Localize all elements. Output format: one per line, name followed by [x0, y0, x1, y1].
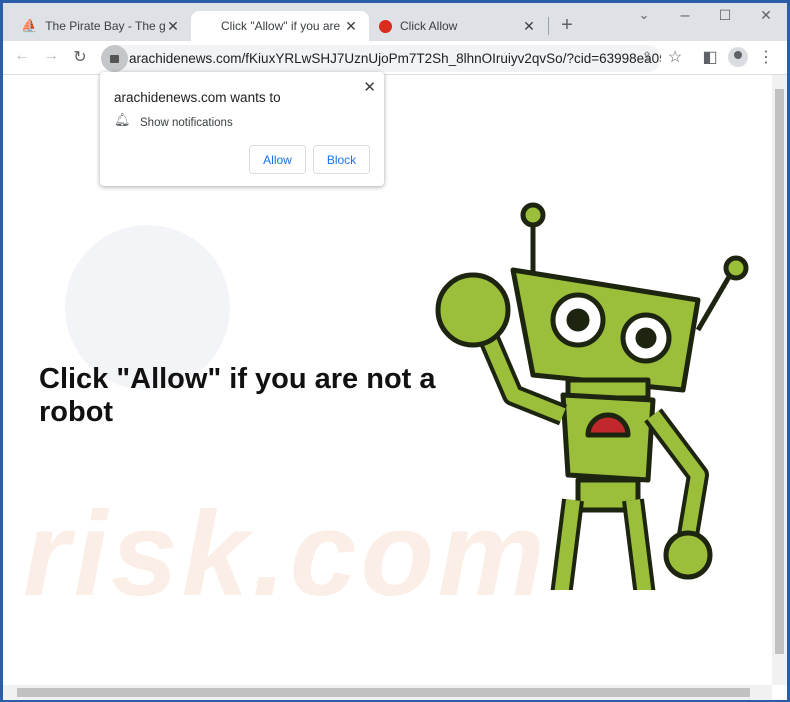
share-icon[interactable]: ⇪	[636, 49, 658, 65]
red-circle-icon	[379, 19, 392, 33]
browser-window: ⛵ The Pirate Bay - The galax ✕ Click "Al…	[3, 3, 787, 700]
close-tab-icon[interactable]: ✕	[165, 18, 181, 35]
menu-kebab-icon[interactable]: ⋮	[755, 47, 777, 67]
tab-search-chevron-icon[interactable]: ⌄	[633, 7, 655, 23]
vertical-scrollbar[interactable]	[772, 75, 787, 685]
profile-avatar-icon[interactable]	[728, 47, 748, 67]
bell-icon: 🔔︎	[114, 112, 131, 127]
tab-click-allow[interactable]: Click Allow ✕	[369, 11, 547, 41]
notification-permission-popup: arachidenews.com wants to ✕ 🔔︎ Show noti…	[100, 72, 384, 186]
popup-close-icon[interactable]: ✕	[363, 78, 376, 96]
lock-icon[interactable]	[101, 45, 128, 72]
tab-click-allow-active[interactable]: Click "Allow" if you are no ✕	[191, 11, 369, 41]
permission-label: Show notifications	[140, 117, 233, 129]
tab-divider	[548, 17, 549, 35]
forward-icon[interactable]: →	[40, 47, 62, 65]
headline: Click "Allow" if you are not a robot	[39, 363, 436, 428]
tab-pirate-bay[interactable]: ⛵ The Pirate Bay - The galax ✕	[11, 11, 191, 41]
close-tab-icon[interactable]: ✕	[521, 18, 537, 35]
allow-button[interactable]: Allow	[249, 145, 306, 174]
new-tab-icon[interactable]: +	[556, 14, 578, 37]
address-bar[interactable]: arachidenews.com/fKiuxYRLwSHJ7UznUjoPm7T…	[101, 45, 661, 72]
block-button[interactable]: Block	[313, 145, 370, 174]
reload-icon[interactable]: ↻	[69, 47, 91, 67]
toolbar: ← → ↻ arachidenews.com/fKiuxYRLwSHJ7UznU…	[3, 41, 787, 75]
back-icon[interactable]: ←	[11, 47, 33, 65]
window-close-icon[interactable]: ✕	[755, 7, 777, 24]
horizontal-scroll-thumb[interactable]	[17, 688, 750, 697]
horizontal-scrollbar[interactable]	[3, 685, 772, 700]
vertical-scroll-thumb[interactable]	[775, 89, 784, 654]
minimize-icon[interactable]: –	[674, 7, 696, 25]
maximize-icon[interactable]: ☐	[714, 7, 736, 24]
pirate-ship-icon: ⛵	[21, 18, 38, 33]
robot-illustration	[435, 202, 749, 590]
close-tab-icon[interactable]: ✕	[343, 18, 359, 35]
bookmark-star-icon[interactable]: ☆	[664, 47, 686, 67]
tab-strip: ⛵ The Pirate Bay - The galax ✕ Click "Al…	[3, 3, 787, 41]
popup-title: arachidenews.com wants to	[114, 90, 281, 105]
side-panel-icon[interactable]: ◧	[699, 47, 721, 67]
